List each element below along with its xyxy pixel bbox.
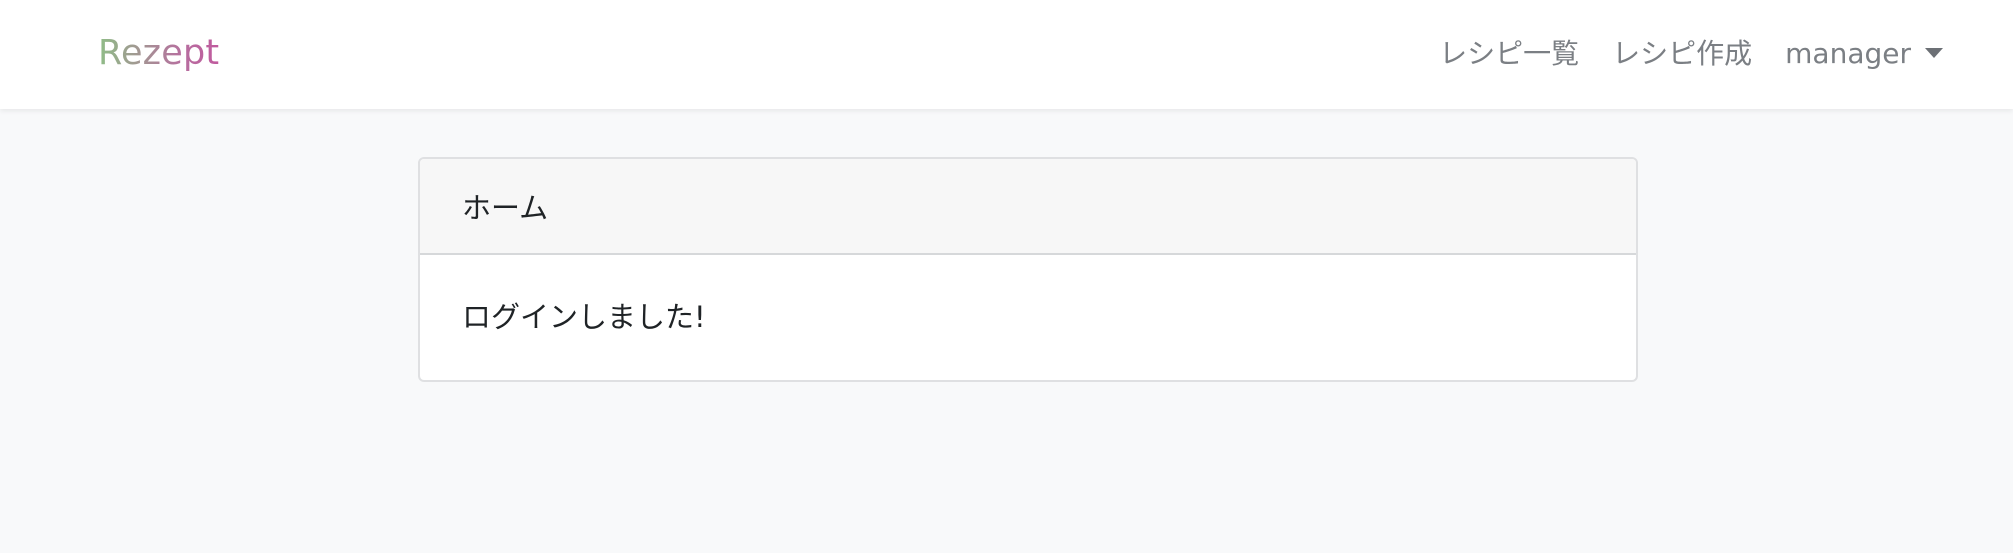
- login-success-message: ログインしました!: [462, 300, 706, 334]
- card-header: ホーム: [420, 159, 1636, 255]
- home-card: ホーム ログインしました!: [418, 157, 1638, 382]
- nav-recipe-create-link[interactable]: レシピ作成: [1612, 32, 1752, 76]
- top-navbar: Rezept レシピ一覧 レシピ作成 manager: [0, 0, 2013, 109]
- nav-links: レシピ一覧 レシピ作成 manager: [1439, 32, 1943, 76]
- user-menu-label: manager: [1785, 37, 1911, 70]
- user-menu-dropdown[interactable]: manager: [1785, 32, 1943, 76]
- brand-logo-link[interactable]: Rezept: [98, 29, 219, 77]
- nav-recipe-list-link[interactable]: レシピ一覧: [1439, 32, 1579, 76]
- caret-down-icon: [1925, 48, 1943, 58]
